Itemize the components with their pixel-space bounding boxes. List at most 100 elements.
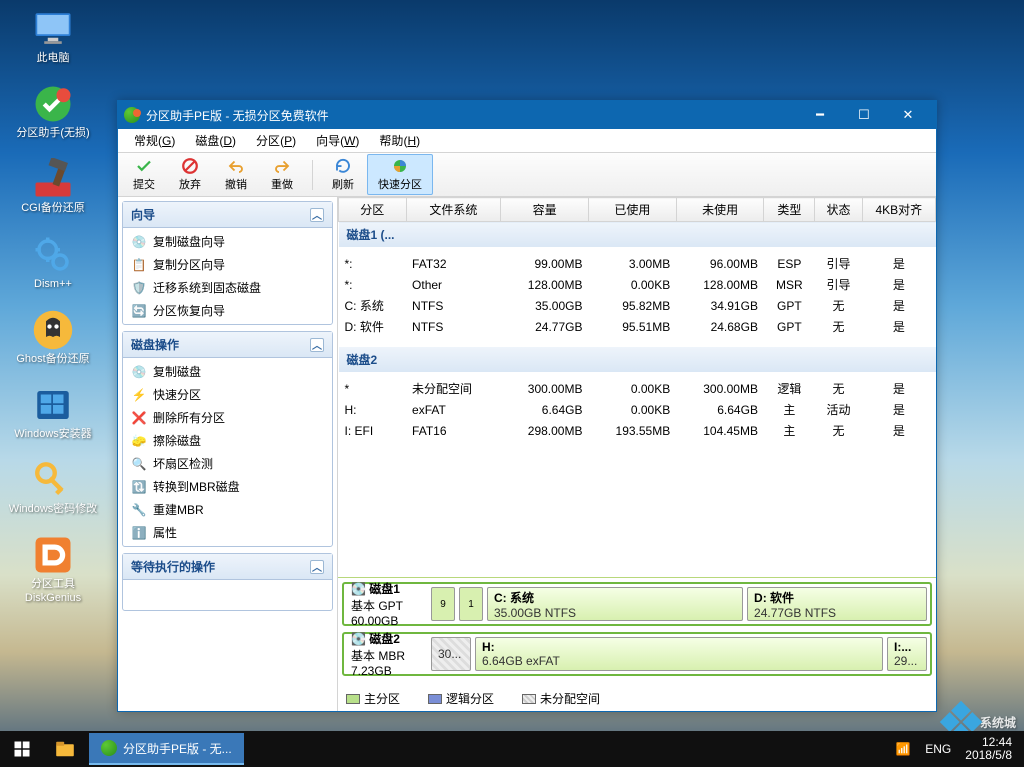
desktop-icon-windows-installer[interactable]: Windows安装器 (8, 384, 98, 441)
col-partition[interactable]: 分区 (339, 198, 407, 222)
task-explorer[interactable] (43, 733, 87, 765)
desktop-icon-partition-assistant[interactable]: 分区助手(无损) (8, 83, 98, 140)
panel-pending-header[interactable]: 等待执行的操作︿ (123, 554, 332, 580)
col-align[interactable]: 4KB对齐 (862, 198, 935, 222)
toolbar-commit[interactable]: 提交 (122, 154, 166, 195)
chevron-up-icon[interactable]: ︿ (310, 560, 324, 574)
language-indicator[interactable]: ENG (925, 742, 951, 756)
desktop-icon-this-pc[interactable]: 此电脑 (8, 8, 98, 65)
disk1-msr[interactable]: 1 (459, 587, 483, 621)
monitor-icon (32, 8, 74, 50)
legend: 主分区 逻辑分区 未分配空间 (338, 686, 936, 711)
menu-partition[interactable]: 分区(P) (246, 130, 306, 151)
menu-disk[interactable]: 磁盘(D) (185, 130, 246, 151)
app-taskbar-icon (101, 740, 117, 756)
hammer-icon (32, 158, 74, 200)
col-status[interactable]: 状态 (815, 198, 862, 222)
system-tray[interactable]: 📶 ENG 12:44 2018/5/8 (885, 736, 1022, 762)
desktop-icon-diskgenius[interactable]: 分区工具DiskGenius (8, 534, 98, 604)
panel-pending: 等待执行的操作︿ (122, 553, 333, 611)
table-row[interactable]: *未分配空间300.00MB0.00KB300.00MB逻辑无是 (339, 378, 936, 399)
wizard-migrate-ssd[interactable]: 🛡️迁移系统到固态磁盘 (123, 276, 332, 299)
maximize-button[interactable]: ☐ (842, 101, 886, 129)
op-copy-disk[interactable]: 💿复制磁盘 (123, 360, 332, 383)
chevron-up-icon[interactable]: ︿ (310, 338, 324, 352)
toolbar-redo[interactable]: 重做 (260, 154, 304, 195)
gears-icon (32, 234, 74, 276)
desktop-icon-ghost-backup[interactable]: Ghost备份还原 (8, 309, 98, 366)
disk-map-2[interactable]: 💽 磁盘2 基本 MBR 7.23GB 30... H:6.64GB exFAT… (342, 632, 932, 676)
desktop-icon-dism[interactable]: Dism++ (8, 234, 98, 291)
legend-primary: 主分区 (346, 690, 400, 707)
desktop-icon-label: Dism++ (34, 278, 72, 291)
disk-copy-icon: 💿 (131, 234, 147, 250)
op-convert-mbr[interactable]: 🔃转换到MBR磁盘 (123, 475, 332, 498)
content-area: 向导︿ 💿复制磁盘向导 📋复制分区向导 🛡️迁移系统到固态磁盘 🔄分区恢复向导 … (118, 197, 936, 711)
col-free[interactable]: 未使用 (676, 198, 764, 222)
minimize-button[interactable]: ━ (798, 101, 842, 129)
menu-help[interactable]: 帮助(H) (369, 130, 430, 151)
col-type[interactable]: 类型 (764, 198, 815, 222)
start-button[interactable] (2, 731, 42, 767)
disk-maps: 💽 磁盘1 基本 GPT 60.00GB 9 1 C: 系统35.00GB NT… (338, 577, 936, 686)
table-row[interactable]: C: 系统NTFS35.00GB95.82MB34.91GBGPT无是 (339, 295, 936, 316)
menu-general[interactable]: 常规(G) (124, 130, 185, 151)
toolbar: 提交 放弃 撤销 重做 刷新 快速分区 (118, 153, 936, 197)
network-icon[interactable]: 📶 (895, 741, 911, 757)
toolbar-quick-partition[interactable]: 快速分区 (367, 154, 433, 195)
partition-table-wrap[interactable]: 分区 文件系统 容量 已使用 未使用 类型 状态 4KB对齐 磁盘1 (... *… (338, 197, 936, 577)
col-cap[interactable]: 容量 (501, 198, 589, 222)
wizard-copy-disk[interactable]: 💿复制磁盘向导 (123, 230, 332, 253)
desktop-icon-password[interactable]: Windows密码修改 (8, 459, 98, 516)
toolbar-refresh[interactable]: 刷新 (321, 154, 365, 195)
table-row[interactable]: I: EFIFAT16298.00MB193.55MB104.45MB主无是 (339, 420, 936, 441)
panel-disk-ops-header[interactable]: 磁盘操作︿ (123, 332, 332, 358)
wizard-copy-partition[interactable]: 📋复制分区向导 (123, 253, 332, 276)
close-button[interactable]: ✕ (886, 101, 930, 129)
op-wipe-disk[interactable]: 🧽擦除磁盘 (123, 429, 332, 452)
app-icon (124, 107, 140, 123)
op-quick-partition[interactable]: ⚡快速分区 (123, 383, 332, 406)
desktop-icon-label: Ghost备份还原 (16, 353, 89, 366)
disk2-i[interactable]: I:...29... (887, 637, 927, 671)
desktop-icon-cgi-backup[interactable]: CGI备份还原 (8, 158, 98, 215)
desktop-icon-label: 分区工具DiskGenius (8, 578, 98, 604)
table-row[interactable]: *:Other128.00MB0.00KB128.00MBMSR引导是 (339, 274, 936, 295)
op-rebuild-mbr[interactable]: 🔧重建MBR (123, 498, 332, 521)
table-row[interactable]: H:exFAT6.64GB0.00KB6.64GB主活动是 (339, 399, 936, 420)
toolbar-undo[interactable]: 撤销 (214, 154, 258, 195)
desktop-icon-label: 分区助手(无损) (16, 127, 89, 140)
disk-group-header[interactable]: 磁盘1 (... (339, 222, 936, 248)
table-row[interactable]: D: 软件NTFS24.77GB95.51MB24.68GBGPT无是 (339, 316, 936, 337)
key-icon (32, 459, 74, 501)
op-delete-all[interactable]: ❌删除所有分区 (123, 406, 332, 429)
disk2-unalloc[interactable]: 30... (431, 637, 471, 671)
disk2-label: 💽 磁盘2 基本 MBR 7.23GB (347, 637, 427, 671)
panel-wizard-header[interactable]: 向导︿ (123, 202, 332, 228)
col-fs[interactable]: 文件系统 (406, 198, 501, 222)
disk1-d[interactable]: D: 软件24.77GB NTFS (747, 587, 927, 621)
disk2-h[interactable]: H:6.64GB exFAT (475, 637, 883, 671)
titlebar[interactable]: 分区助手PE版 - 无损分区免费软件 ━ ☐ ✕ (118, 101, 936, 129)
task-active-app[interactable]: 分区助手PE版 - 无... (89, 733, 244, 765)
ghost-icon (32, 309, 74, 351)
scan-icon: 🔍 (131, 456, 147, 472)
legend-logical: 逻辑分区 (428, 690, 494, 707)
disk-map-1[interactable]: 💽 磁盘1 基本 GPT 60.00GB 9 1 C: 系统35.00GB NT… (342, 582, 932, 626)
op-bad-sector[interactable]: 🔍坏扇区检测 (123, 452, 332, 475)
panel-disk-ops: 磁盘操作︿ 💿复制磁盘 ⚡快速分区 ❌删除所有分区 🧽擦除磁盘 🔍坏扇区检测 🔃… (122, 331, 333, 547)
copy-disk-icon: 💿 (131, 364, 147, 380)
delete-icon: ❌ (131, 410, 147, 426)
wizard-recover-partition[interactable]: 🔄分区恢复向导 (123, 299, 332, 322)
disk-group-header[interactable]: 磁盘2 (339, 347, 936, 372)
clock[interactable]: 12:44 2018/5/8 (965, 736, 1012, 762)
chevron-up-icon[interactable]: ︿ (310, 208, 324, 222)
menu-wizard[interactable]: 向导(W) (306, 130, 369, 151)
toolbar-discard[interactable]: 放弃 (168, 154, 212, 195)
disk1-c[interactable]: C: 系统35.00GB NTFS (487, 587, 743, 621)
op-properties[interactable]: ℹ️属性 (123, 521, 332, 544)
col-used[interactable]: 已使用 (588, 198, 676, 222)
table-row[interactable]: *:FAT3299.00MB3.00MB96.00MBESP引导是 (339, 253, 936, 274)
disk1-esp[interactable]: 9 (431, 587, 455, 621)
migrate-icon: 🛡️ (131, 280, 147, 296)
